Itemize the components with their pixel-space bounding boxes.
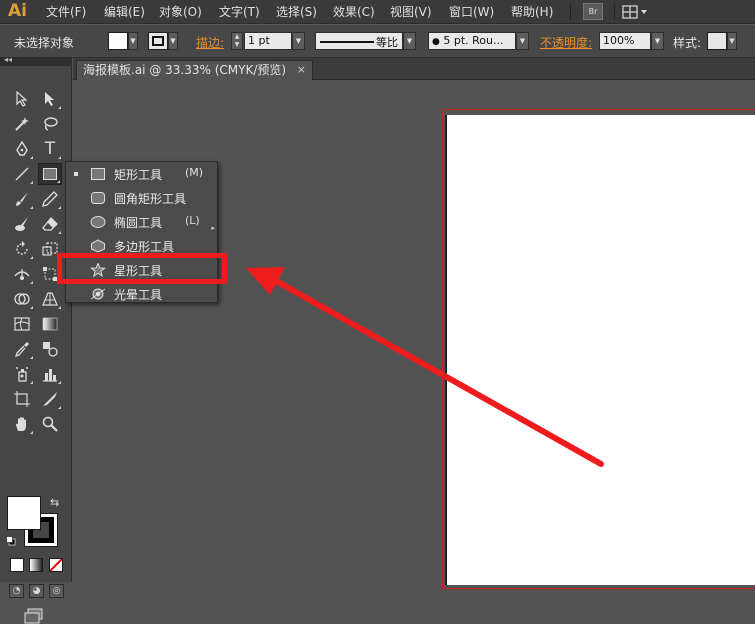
draw-behind-icon[interactable]: ◕ <box>29 584 44 598</box>
screen-mode-icon[interactable] <box>24 608 46 624</box>
draw-inside-icon[interactable]: ◎ <box>49 584 64 598</box>
annotation-arrow <box>246 267 604 467</box>
fill-color-box[interactable] <box>7 496 41 530</box>
draw-normal-icon[interactable]: ◔ <box>9 584 24 598</box>
